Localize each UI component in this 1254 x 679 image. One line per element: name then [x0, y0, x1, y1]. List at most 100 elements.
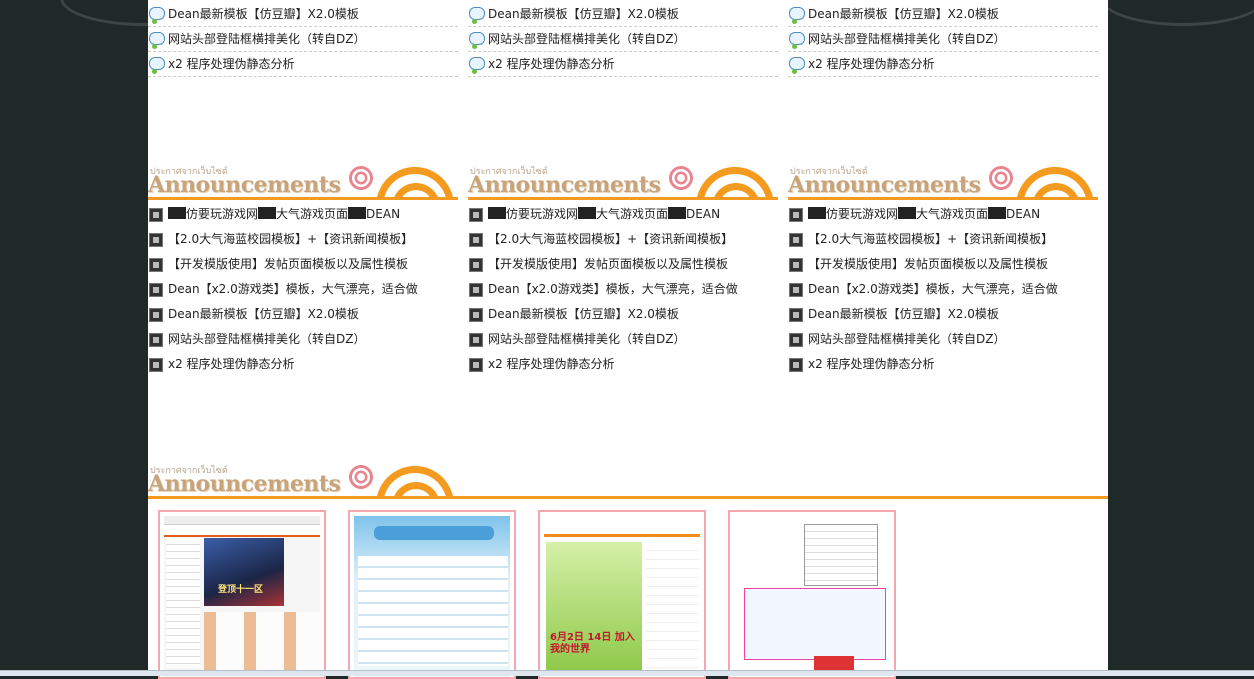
target-icon	[348, 165, 374, 191]
film-icon	[789, 283, 803, 297]
list-item[interactable]: Dean【x2.0游戏类】模板，大气漂亮，适合做	[788, 277, 1098, 302]
thumb-nav	[544, 516, 700, 537]
header-underline	[148, 496, 1108, 499]
list-item[interactable]: 【2.0大气海蓝校园模板】+【资讯新闻模板】	[468, 227, 778, 252]
film-icon	[149, 333, 163, 347]
comment-icon	[789, 57, 805, 74]
film-icon	[469, 208, 483, 222]
comment-icon	[469, 32, 485, 49]
film-icon	[789, 258, 803, 272]
redacted-block	[488, 207, 506, 219]
list-item[interactable]: Dean【x2.0游戏类】模板，大气漂亮，适合做	[148, 277, 458, 302]
comment-icon	[469, 57, 485, 74]
list-item[interactable]: x2 程序处理伪静态分析	[148, 52, 458, 77]
list-item[interactable]: x2 程序处理伪静态分析	[468, 52, 778, 77]
list-item[interactable]: 网站头部登陆框横排美化（转自DZ）	[788, 27, 1098, 52]
thumb-sidebar	[166, 538, 200, 668]
thumb-nav	[164, 525, 320, 537]
topic-list-col-1: Dean最新模板【仿豆瓣】X2.0模板 网站头部登陆框横排美化（转自DZ） x2…	[148, 2, 458, 77]
film-icon	[789, 308, 803, 322]
background-decoration	[1100, 0, 1254, 26]
announcements-header: ประกาศจากเว็บไซต์ Announcements	[148, 461, 1108, 499]
list-item[interactable]: Dean最新模板【仿豆瓣】X2.0模板	[148, 2, 458, 27]
comment-icon	[789, 32, 805, 49]
thumb-content	[358, 556, 508, 666]
list-item[interactable]: 【2.0大气海蓝校园模板】+【资讯新闻模板】	[788, 227, 1098, 252]
list-item[interactable]: 【开发模版使用】发帖页面模板以及属性模板	[788, 252, 1098, 277]
redacted-block	[168, 207, 186, 219]
film-icon	[789, 233, 803, 247]
thumb-popup	[804, 524, 878, 586]
thumb-banner: 6月2日 14日 加入我的世界	[546, 542, 642, 672]
announcement-list-col-2: 仿要玩游戏网 大气游戏页面 DEAN 【2.0大气海蓝校园模板】+【资讯新闻模板】 …	[468, 202, 778, 377]
redacted-block	[808, 207, 826, 219]
announcement-list-col-1: 仿要玩游戏网 大气游戏页面 DEAN 【2.0大气海蓝校园模板】+【资讯新闻模板】 …	[148, 202, 458, 377]
window-bottom-bar	[0, 670, 1254, 676]
redacted-block	[578, 207, 597, 219]
film-icon	[469, 358, 483, 372]
film-icon	[149, 283, 163, 297]
list-item[interactable]: 仿要玩游戏网 大气游戏页面 DEAN	[468, 202, 778, 227]
topic-list-col-2: Dean最新模板【仿豆瓣】X2.0模板 网站头部登陆框横排美化（转自DZ） x2…	[468, 2, 778, 77]
template-thumbnail[interactable]	[348, 510, 516, 679]
announcements-header: ประกาศจากเว็บไซต์ Announcements	[468, 162, 778, 200]
list-item[interactable]: Dean【x2.0游戏类】模板，大气漂亮，适合做	[468, 277, 778, 302]
thumb-content	[744, 588, 886, 660]
list-item[interactable]: 仿要玩游戏网 大气游戏页面 DEAN	[788, 202, 1098, 227]
film-icon	[149, 258, 163, 272]
list-item[interactable]: Dean最新模板【仿豆瓣】X2.0模板	[788, 302, 1098, 327]
list-item[interactable]: 【开发模版使用】发帖页面模板以及属性模板	[468, 252, 778, 277]
comment-icon	[789, 7, 805, 24]
thumb-sidebar	[646, 542, 698, 672]
redacted-block	[988, 207, 1007, 219]
film-icon	[149, 358, 163, 372]
film-icon	[469, 333, 483, 347]
list-item[interactable]: 【2.0大气海蓝校园模板】+【资讯新闻模板】	[148, 227, 458, 252]
film-icon	[149, 208, 163, 222]
header-underline	[788, 197, 1098, 200]
template-thumbnail[interactable]: 登顶十一区	[158, 510, 326, 679]
list-item[interactable]: x2 程序处理伪静态分析	[468, 352, 778, 377]
comment-icon	[149, 7, 165, 24]
film-icon	[469, 258, 483, 272]
header-underline	[468, 197, 778, 200]
list-item[interactable]: Dean最新模板【仿豆瓣】X2.0模板	[468, 2, 778, 27]
list-item[interactable]: 仿要玩游戏网 大气游戏页面 DEAN	[148, 202, 458, 227]
list-item[interactable]: x2 程序处理伪静态分析	[788, 352, 1098, 377]
film-icon	[789, 208, 803, 222]
redacted-block	[258, 207, 277, 219]
redacted-block	[668, 207, 687, 219]
target-icon	[988, 165, 1014, 191]
announcements-header: ประกาศจากเว็บไซต์ Announcements	[148, 162, 458, 200]
list-item[interactable]: 【开发模版使用】发帖页面模板以及属性模板	[148, 252, 458, 277]
header-underline	[148, 197, 458, 200]
thumb-banner: 登顶十一区	[204, 538, 284, 606]
list-item[interactable]: x2 程序处理伪静态分析	[788, 52, 1098, 77]
thumb-topbar	[164, 516, 320, 525]
list-item[interactable]: 网站头部登陆框横排美化（转自DZ）	[148, 27, 458, 52]
film-icon	[149, 308, 163, 322]
redacted-block	[348, 207, 367, 219]
target-icon	[668, 165, 694, 191]
film-icon	[789, 358, 803, 372]
thumb-grid	[204, 612, 320, 672]
film-icon	[149, 233, 163, 247]
template-thumbnail[interactable]	[728, 510, 896, 679]
thumb-nav	[374, 526, 494, 540]
list-item[interactable]: 网站头部登陆框横排美化（转自DZ）	[468, 27, 778, 52]
template-thumbnail[interactable]: 6月2日 14日 加入我的世界	[538, 510, 706, 679]
list-item[interactable]: x2 程序处理伪静态分析	[148, 352, 458, 377]
redacted-block	[898, 207, 917, 219]
list-item[interactable]: Dean最新模板【仿豆瓣】X2.0模板	[468, 302, 778, 327]
list-item[interactable]: 网站头部登陆框横排美化（转自DZ）	[468, 327, 778, 352]
list-item[interactable]: Dean最新模板【仿豆瓣】X2.0模板	[788, 2, 1098, 27]
main-content: Dean最新模板【仿豆瓣】X2.0模板 网站头部登陆框横排美化（转自DZ） x2…	[148, 0, 1108, 679]
comment-icon	[149, 32, 165, 49]
list-item[interactable]: 网站头部登陆框横排美化（转自DZ）	[788, 327, 1098, 352]
announcement-list-col-3: 仿要玩游戏网 大气游戏页面 DEAN 【2.0大气海蓝校园模板】+【资讯新闻模板】 …	[788, 202, 1098, 377]
list-item[interactable]: 网站头部登陆框横排美化（转自DZ）	[148, 327, 458, 352]
list-item[interactable]: Dean最新模板【仿豆瓣】X2.0模板	[148, 302, 458, 327]
comment-icon	[469, 7, 485, 24]
film-icon	[469, 233, 483, 247]
comment-icon	[149, 57, 165, 74]
